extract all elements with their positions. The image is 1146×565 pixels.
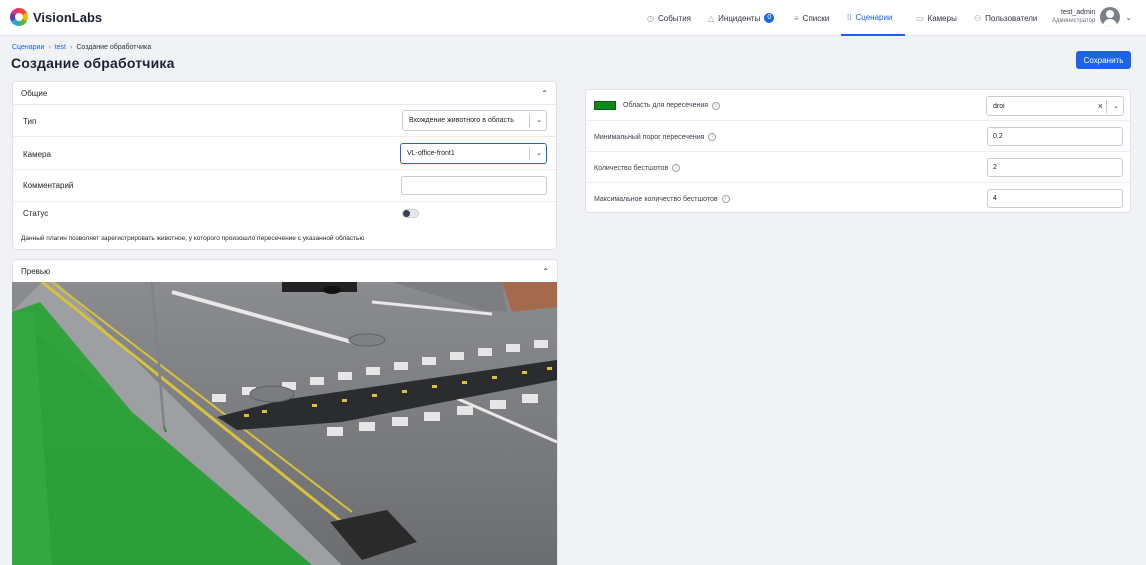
user-role: Администратор (1052, 18, 1096, 24)
preview-card-title: Превью (21, 266, 51, 276)
comment-label: Комментарий (23, 181, 74, 190)
bestshots-row: Количество бестшотов i 2 (586, 152, 1130, 183)
general-card: Общие ⌃ Тип Вхождение животного в област… (12, 81, 557, 250)
user-menu[interactable]: test_admin Администратор ⌄ (1052, 7, 1132, 27)
select-divider (529, 114, 530, 127)
users-icon: ⚇ (974, 13, 982, 23)
area-row: Область для пересечения i droi × ⌄ (586, 90, 1130, 121)
select-divider (529, 147, 530, 160)
user-info: test_admin Администратор (1052, 9, 1095, 25)
min-threshold-label: Минимальный порог пересечения (594, 133, 705, 141)
nav-users[interactable]: ⚇ Пользователи (968, 0, 1043, 36)
select-divider (1106, 100, 1107, 113)
min-threshold-input[interactable]: 0,2 (987, 127, 1123, 146)
avatar[interactable] (1100, 7, 1121, 27)
clock-icon: ◷ (647, 13, 654, 23)
logo-icon (10, 8, 28, 26)
status-toggle[interactable] (402, 209, 419, 218)
type-row: Тип Вхождение животного в область ⌄ (13, 105, 556, 137)
camera-row: Камера VL-office-front1 ⌄ (13, 137, 556, 170)
nav-cameras[interactable]: ▭ Камеры (910, 0, 963, 36)
breadcrumb-test[interactable]: test (55, 44, 66, 51)
chevron-up-icon[interactable]: ⌃ (541, 89, 548, 98)
nav-lists-label: Списки (802, 13, 830, 23)
warning-icon: △ (708, 13, 715, 23)
camera-label: Камера (23, 150, 51, 159)
status-label: Статус (23, 209, 49, 218)
breadcrumb-current: Создание обработчика (76, 44, 152, 51)
preview-card-header[interactable]: Превью ⌃ (13, 260, 557, 283)
plugin-description: Данный плагин позволяет зарегистрировать… (21, 235, 365, 242)
nav-cameras-label: Камеры (927, 13, 957, 23)
chevron-down-icon[interactable]: ⌄ (536, 116, 542, 124)
chevron-down-icon[interactable]: ⌄ (1113, 102, 1119, 110)
clear-icon[interactable]: × (1098, 101, 1103, 111)
area-label-wrap: Область для пересечения i (594, 101, 721, 110)
min-threshold-row: Минимальный порог пересечения i 0,2 (586, 121, 1130, 152)
max-bestshots-label-wrap: Максимальное количество бестшотов i (594, 195, 730, 203)
camera-select[interactable]: VL-office-front1 ⌄ (400, 143, 547, 164)
info-icon[interactable]: i (672, 164, 681, 172)
page-title: Создание обработчика (11, 55, 175, 71)
info-icon[interactable]: i (708, 133, 717, 141)
nav-scenarios[interactable]: ⁞⁞ Сценарии (841, 0, 905, 36)
max-bestshots-input[interactable]: 4 (987, 189, 1123, 208)
min-threshold-label-wrap: Минимальный порог пересечения i (594, 133, 717, 141)
nav-incidents[interactable]: △ Инциденты 0 (702, 0, 780, 36)
brand-name: VisionLabs (33, 9, 103, 25)
type-select-value: Вхождение животного в область (409, 117, 514, 124)
info-icon[interactable]: i (712, 101, 721, 110)
bestshots-label: Количество бестшотов (594, 164, 669, 172)
chevron-up-icon[interactable]: ⌃ (542, 267, 549, 276)
chevron-down-icon[interactable]: ⌄ (536, 149, 542, 157)
area-color-swatch[interactable] (594, 101, 616, 110)
bestshots-label-wrap: Количество бестшотов i (594, 164, 681, 172)
road-scene (12, 282, 557, 565)
comment-row: Комментарий (13, 170, 556, 202)
nav-scenarios-label: Сценарии (855, 12, 893, 22)
scenario-icon: ⁞⁞ (847, 12, 852, 22)
camera-icon: ▭ (916, 13, 924, 23)
breadcrumb-separator: › (70, 44, 73, 51)
area-select[interactable]: droi × ⌄ (986, 96, 1124, 116)
status-row: Статус (13, 202, 556, 227)
comment-input[interactable] (401, 176, 547, 195)
user-name: test_admin (1061, 9, 1096, 16)
nav-users-label: Пользователи (985, 13, 1038, 23)
brand-logo[interactable]: VisionLabs (10, 8, 102, 26)
top-navbar: VisionLabs ◷ События △ Инциденты 0 ≡ Спи… (0, 0, 1146, 36)
area-label: Область для пересечения (623, 102, 709, 109)
nav-incidents-label: Инциденты (718, 13, 761, 23)
max-bestshots-row: Максимальное количество бестшотов i 4 (586, 183, 1130, 214)
general-card-header[interactable]: Общие ⌃ (13, 82, 556, 105)
info-icon[interactable]: i (721, 195, 730, 203)
type-label: Тип (23, 117, 37, 126)
general-card-title: Общие (21, 88, 48, 98)
max-bestshots-label: Максимальное количество бестшотов (594, 195, 718, 203)
bestshots-input[interactable]: 2 (987, 158, 1123, 177)
nav-lists[interactable]: ≡ Списки (788, 0, 835, 36)
type-select[interactable]: Вхождение животного в область ⌄ (402, 110, 547, 131)
nav-events[interactable]: ◷ События (641, 0, 697, 36)
camera-preview-image[interactable] (12, 282, 557, 565)
camera-select-value: VL-office-front1 (407, 150, 455, 157)
parameters-card: Область для пересечения i droi × ⌄ Миним… (585, 89, 1131, 213)
nav-events-label: События (657, 13, 692, 23)
incidents-count-badge: 0 (764, 13, 775, 23)
list-icon: ≡ (794, 13, 799, 23)
breadcrumb: Сценарии › test › Создание обработчика (12, 44, 151, 51)
breadcrumb-separator: › (48, 44, 51, 51)
area-select-value: droi (993, 102, 1005, 110)
save-button[interactable]: Сохранить (1076, 51, 1131, 69)
chevron-down-icon[interactable]: ⌄ (1125, 13, 1132, 22)
breadcrumb-scenarios[interactable]: Сценарии (12, 44, 44, 51)
